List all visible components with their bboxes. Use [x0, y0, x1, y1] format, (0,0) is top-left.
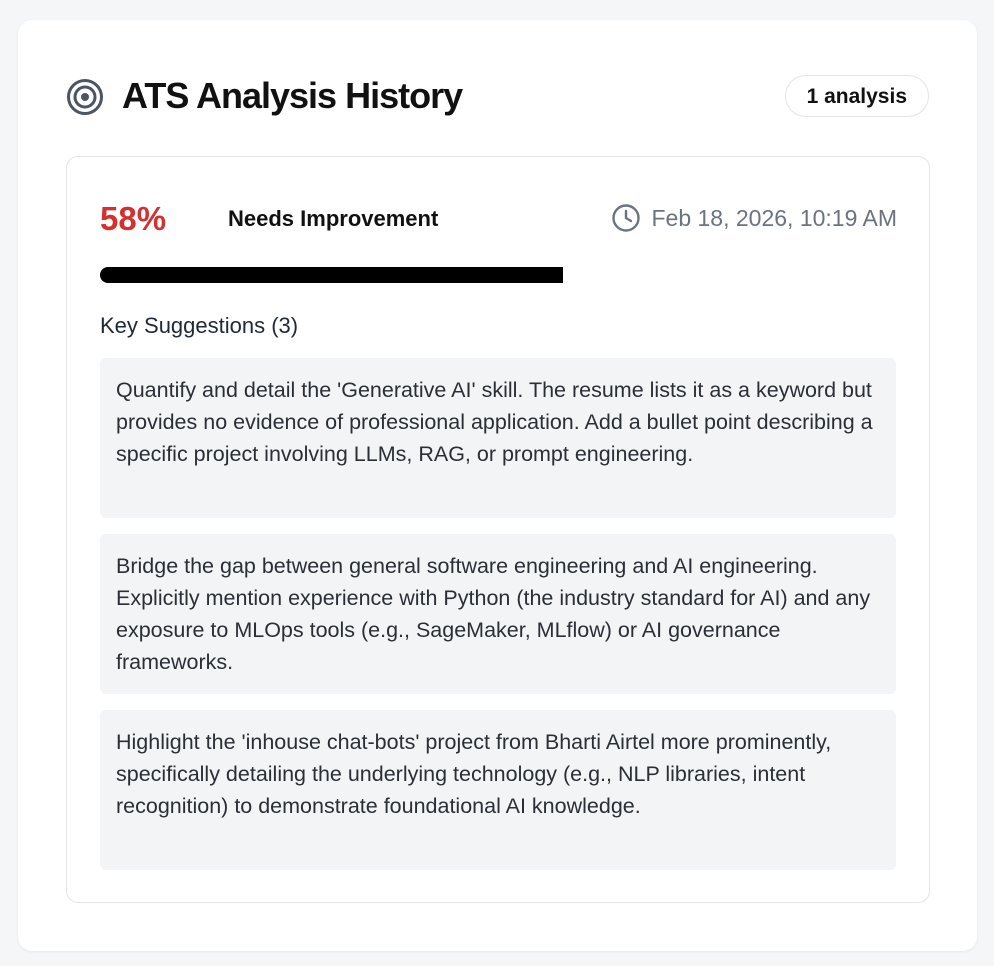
score-status: Needs Improvement	[228, 206, 439, 231]
ats-score: 58%	[100, 200, 167, 237]
target-icon	[67, 79, 103, 115]
suggestions-heading: Key Suggestions (3)	[100, 313, 299, 338]
suggestion-item: Quantify and detail the 'Generative AI' …	[100, 358, 896, 518]
clock-icon	[612, 204, 641, 232]
analysis-count-badge: 1 analysis	[784, 75, 929, 117]
analysis-entry[interactable]: 58% Needs Improvement Feb 18, 2026, 10:1…	[66, 156, 930, 903]
score-progress-fill	[100, 267, 563, 283]
ats-history-card: ATS Analysis History 1 analysis 58% Need…	[18, 20, 977, 951]
card-header: ATS Analysis History 1 analysis	[66, 74, 929, 118]
timestamp-text: Feb 18, 2026, 10:19 AM	[651, 204, 897, 231]
suggestion-list: Quantify and detail the 'Generative AI' …	[100, 358, 896, 886]
suggestion-item: Highlight the 'inhouse chat-bots' projec…	[100, 710, 896, 870]
suggestion-item: Bridge the gap between general software …	[100, 534, 896, 694]
page-title: ATS Analysis History	[122, 75, 463, 116]
analysis-timestamp: Feb 18, 2026, 10:19 AM	[611, 202, 897, 234]
score-progress-bar	[100, 267, 898, 283]
